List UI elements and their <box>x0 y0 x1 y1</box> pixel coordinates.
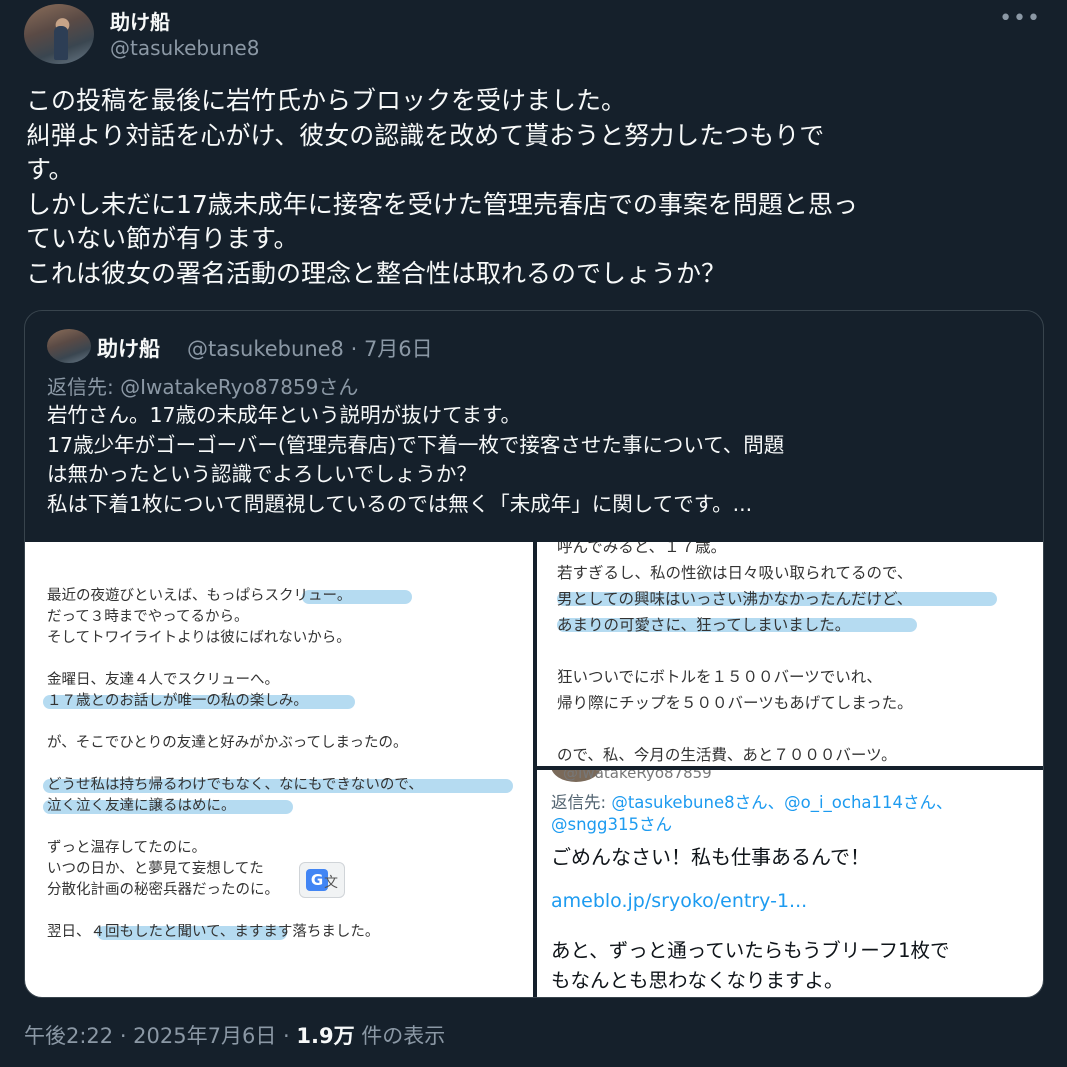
tweet-text: この投稿を最後に岩竹氏からブロックを受けました。 糾弾より対話を心がけ、彼女の認… <box>26 84 1046 291</box>
reply-text: ごめんなさい！私も仕事あるんで！ <box>551 845 870 869</box>
tweet-line: しかし未だに17歳未成年に接客を受けた管理売春店での事案を問題と思っ <box>26 189 858 219</box>
image-text-line: 分散化計画の秘密兵器だったのに。 <box>47 882 279 898</box>
avatar[interactable] <box>24 4 94 64</box>
tweet-line: す。 <box>26 155 74 184</box>
quote-avatar <box>47 329 91 363</box>
image-text-line: 男としての興味はいっさい沸かなかったんだけど、 <box>557 590 913 608</box>
author-handle[interactable]: @tasukebune8 <box>110 36 259 60</box>
image-text-line: そしてトワイライトよりは彼にばれないから。 <box>47 630 351 646</box>
quote-line: は無かったという認識でよろしいでしょうか？ <box>47 462 477 486</box>
image-text-line: 若すぎるし、私の性欲は日々吸い取られてるので、 <box>557 564 913 582</box>
image-right-top[interactable]: 呼んでみると、１７歳。 若すぎるし、私の性欲は日々吸い取られてるので、 男として… <box>537 542 1043 766</box>
author-display-name[interactable]: 助け船 <box>110 6 170 35</box>
reply-to: 返信先: @tasukebune8さん、@o_i_ocha114さん、 @sng… <box>551 793 953 834</box>
mention-link: @sngg315さん <box>551 815 672 834</box>
image-text-line: あまりの可愛さに、狂ってしまいました。 <box>557 616 851 634</box>
quote-reply-to: 返信先: @IwatakeRyo87859さん <box>47 375 359 399</box>
more-horizontal-icon[interactable]: ••• <box>999 6 1041 31</box>
image-text-line: 呼んでみると、１７歳。 <box>557 542 727 556</box>
image-text-line: どうせ私は持ち帰るわけでもなく、なにもできないので、 <box>47 777 423 793</box>
reply-text: あと、ずっと通っていたらもうブリーフ1枚で もなんとも思わなくなりますよ。 <box>551 939 950 992</box>
mention-link: @tasukebune8さん、@o_i_ocha114さん、 <box>611 793 953 812</box>
image-text-line: 最近の夜遊びといえば、もっぱらスクリュー。 <box>47 588 352 604</box>
view-count-label: 件の表示 <box>354 1024 446 1048</box>
image-text-line: １７歳とのお話しが唯一の私の楽しみ。 <box>47 693 308 709</box>
image-text-line: 金曜日、友達４人でスクリューへ。 <box>47 672 279 688</box>
reply-link: ameblo.jp/sryoko/entry-1... <box>551 890 808 912</box>
quote-line: 17歳少年がゴーゴーバー(管理売春店)で下着一枚で接客させた事について、問題 <box>47 432 785 457</box>
image-text-line: いつの日か、と夢見て妄想してた <box>47 861 264 877</box>
timestamp[interactable]: 午後2:22 · 2025年7月6日 · <box>24 1024 296 1048</box>
image-text-line: が、そこでひとりの友達と好みがかぶってしまったの。 <box>47 735 408 751</box>
image-text-line: 翌日、４回もしたと聞いて、ますます落ちました。 <box>47 924 380 940</box>
image-text-line: だって３時までやってるから。 <box>47 609 249 625</box>
quote-meta: @tasukebune8 · 7月6日 <box>187 337 433 361</box>
quoted-tweet[interactable]: 助け船 @tasukebune8 · 7月6日 返信先: @IwatakeRyo… <box>24 310 1044 998</box>
tweet-line: これは彼女の署名活動の理念と整合性は取れるのでしょうか？ <box>26 258 727 288</box>
image-text-line: 泣く泣く友達に譲るはめに。 <box>47 798 236 814</box>
quote-line: 私は下着1枚について問題視しているのでは無く「未成年」に関してです。... <box>47 491 753 516</box>
tweet-line: この投稿を最後に岩竹氏からブロックを受けました。 <box>26 86 627 115</box>
image-right-bottom[interactable]: @IwatakeRyo87859 返信先: @tasukebune8さん、@o_… <box>537 770 1043 997</box>
quote-text: 岩竹さん。17歳の未成年という説明が抜けてます。 17歳少年がゴーゴーバー(管理… <box>47 401 1037 519</box>
quote-media[interactable]: 最近の夜遊びといえば、もっぱらスクリュー。 だって３時までやってるから。 そして… <box>25 542 1043 997</box>
view-count: 1.9万 <box>296 1024 355 1048</box>
quote-line: 岩竹さん。17歳の未成年という説明が抜けてます。 <box>47 403 522 427</box>
tweet-line: ていない節が有ります。 <box>26 224 299 253</box>
image-text-line: ずっと温存してたのに。 <box>47 840 207 856</box>
tweet-line: 糾弾より対話を心がけ、彼女の認識を改めて貰おうと努力したつもりで <box>26 120 825 150</box>
tweet-footer: 午後2:22 · 2025年7月6日 · 1.9万 件の表示 <box>24 1020 445 1050</box>
image-left[interactable]: 最近の夜遊びといえば、もっぱらスクリュー。 だって３時までやってるから。 そして… <box>25 542 533 997</box>
cut-handle: @IwatakeRyo87859 <box>563 770 712 782</box>
image-text-line: 狂いついでにボトルを１５００バーツでいれ、 <box>557 668 882 686</box>
google-translate-icon[interactable]: G 文 <box>299 862 345 898</box>
image-text-line: 帰り際にチップを５００バーツもあげてしまった。 <box>557 694 913 712</box>
quote-display-name: 助け船 <box>97 337 160 361</box>
image-text-line: ので、私、今月の生活費、あと７０００バーツ。 <box>557 746 897 764</box>
